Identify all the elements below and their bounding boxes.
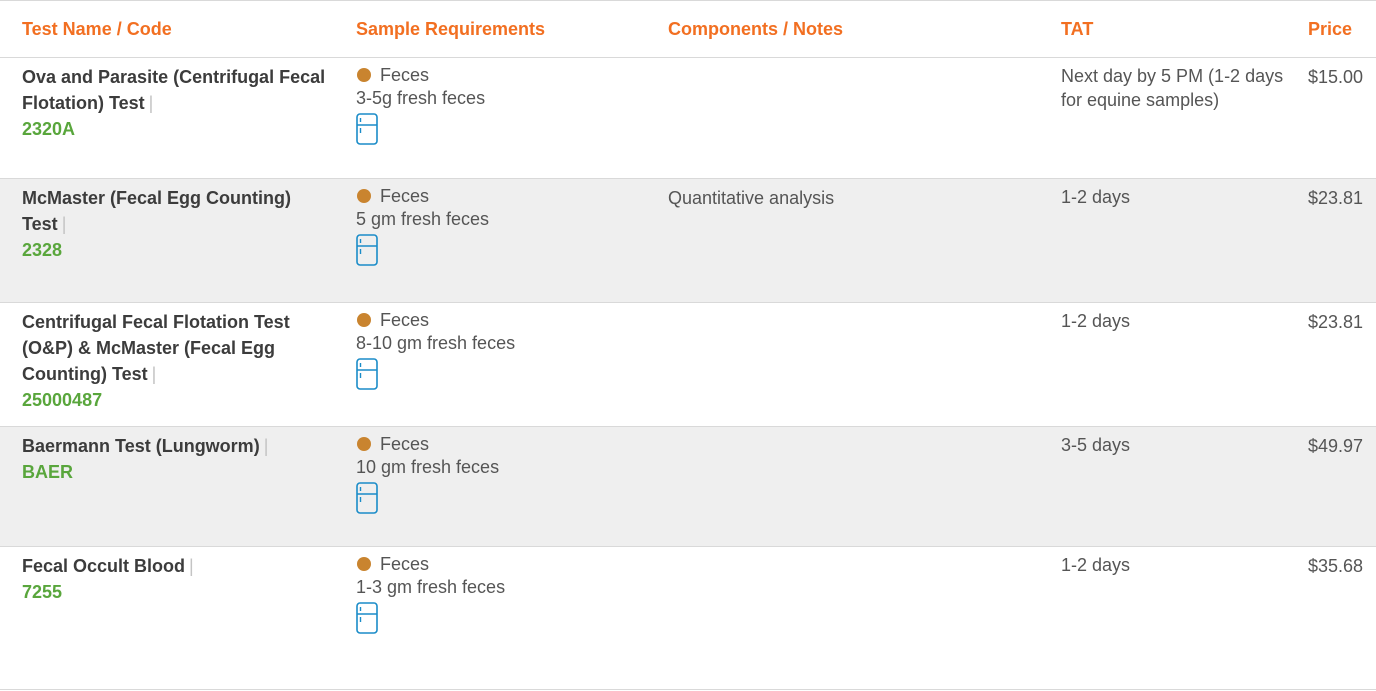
test-code: 2320A <box>22 119 76 139</box>
column-header-tat: TAT <box>1049 0 1297 58</box>
refrigerator-icon <box>356 358 378 390</box>
sample-amount: 8-10 gm fresh feces <box>356 333 516 353</box>
sample-amount: 1-3 gm fresh feces <box>356 577 506 597</box>
test-name: Baermann Test (Lungworm) <box>22 436 260 456</box>
test-name-cell: Centrifugal Fecal Flotation Test (O&P) &… <box>0 302 343 427</box>
test-code: 7255 <box>22 582 63 602</box>
name-code-separator: | <box>151 364 157 384</box>
specimen-label: Feces <box>380 65 430 85</box>
components-notes-cell <box>656 302 1049 427</box>
tat-cell: 1-2 days <box>1049 178 1297 303</box>
price-cell: $49.97 <box>1297 426 1376 547</box>
specimen-type: Feces <box>356 309 655 331</box>
table-row: Centrifugal Fecal Flotation Test (O&P) &… <box>0 302 1376 427</box>
test-name: Ova and Parasite (Centrifugal Fecal Flot… <box>22 67 326 113</box>
specimen-dot-icon <box>357 68 371 82</box>
specimen-type: Feces <box>356 553 655 575</box>
specimen-label: Feces <box>380 554 430 574</box>
test-name-cell: Baermann Test (Lungworm) | BAER <box>0 426 343 547</box>
column-header-sample-requirements: Sample Requirements <box>343 0 656 58</box>
test-name: Fecal Occult Blood <box>22 556 186 576</box>
price-cell: $15.00 <box>1297 57 1376 179</box>
specimen-dot-icon <box>357 313 371 327</box>
name-code-separator: | <box>61 214 67 234</box>
specimen-label: Feces <box>380 310 430 330</box>
components-notes-cell: Quantitative analysis <box>656 178 1049 303</box>
sample-amount: 5 gm fresh feces <box>356 209 490 229</box>
tat-cell: 1-2 days <box>1049 546 1297 690</box>
sample-requirements-cell: Feces 1-3 gm fresh feces <box>343 546 656 690</box>
specimen-dot-icon <box>357 437 371 451</box>
tat-cell: 1-2 days <box>1049 302 1297 427</box>
sample-amount: 10 gm fresh feces <box>356 457 500 477</box>
table-row: Baermann Test (Lungworm) | BAER Feces 10 … <box>0 426 1376 547</box>
refrigerator-icon <box>356 482 378 514</box>
specimen-type: Feces <box>356 64 655 86</box>
sample-requirements-cell: Feces 5 gm fresh feces <box>343 178 656 303</box>
table-header-row: Test Name / Code Sample Requirements Com… <box>0 0 1376 58</box>
column-header-components-notes: Components / Notes <box>656 0 1049 58</box>
price-cell: $35.68 <box>1297 546 1376 690</box>
test-name-cell: Fecal Occult Blood | 7255 <box>0 546 343 690</box>
sample-requirements-cell: Feces 8-10 gm fresh feces <box>343 302 656 427</box>
specimen-label: Feces <box>380 434 430 454</box>
name-code-separator: | <box>189 556 194 576</box>
table-row: Ova and Parasite (Centrifugal Fecal Flot… <box>0 57 1376 179</box>
sample-requirements-cell: Feces 10 gm fresh feces <box>343 426 656 547</box>
specimen-type: Feces <box>356 433 655 455</box>
specimen-label: Feces <box>380 186 430 206</box>
sample-requirements-cell: Feces 3-5g fresh feces <box>343 57 656 179</box>
components-notes-cell <box>656 57 1049 179</box>
table-row: Fecal Occult Blood | 7255 Feces 1-3 gm fr… <box>0 546 1376 690</box>
tat-cell: 3-5 days <box>1049 426 1297 547</box>
test-name-cell: McMaster (Fecal Egg Counting) Test | 2328 <box>0 178 343 303</box>
specimen-dot-icon <box>357 189 371 203</box>
refrigerator-icon <box>356 602 378 634</box>
test-name-cell: Ova and Parasite (Centrifugal Fecal Flot… <box>0 57 343 179</box>
test-code: 25000487 <box>22 390 103 410</box>
test-code: 2328 <box>22 240 63 260</box>
specimen-type: Feces <box>356 185 655 207</box>
components-notes-cell <box>656 426 1049 547</box>
test-code: BAER <box>22 462 74 482</box>
specimen-dot-icon <box>357 557 371 571</box>
column-header-test-name: Test Name / Code <box>0 0 343 58</box>
test-table: Test Name / Code Sample Requirements Com… <box>0 0 1376 690</box>
tat-cell: Next day by 5 PM (1-2 days for equine sa… <box>1049 57 1297 179</box>
components-notes-cell <box>656 546 1049 690</box>
name-code-separator: | <box>148 93 154 113</box>
price-cell: $23.81 <box>1297 178 1376 303</box>
column-header-price: Price <box>1297 0 1376 58</box>
sample-amount: 3-5g fresh feces <box>356 88 486 108</box>
refrigerator-icon <box>356 113 378 145</box>
refrigerator-icon <box>356 234 378 266</box>
price-cell: $23.81 <box>1297 302 1376 427</box>
name-code-separator: | <box>263 436 269 456</box>
table-row: McMaster (Fecal Egg Counting) Test | 2328… <box>0 178 1376 303</box>
